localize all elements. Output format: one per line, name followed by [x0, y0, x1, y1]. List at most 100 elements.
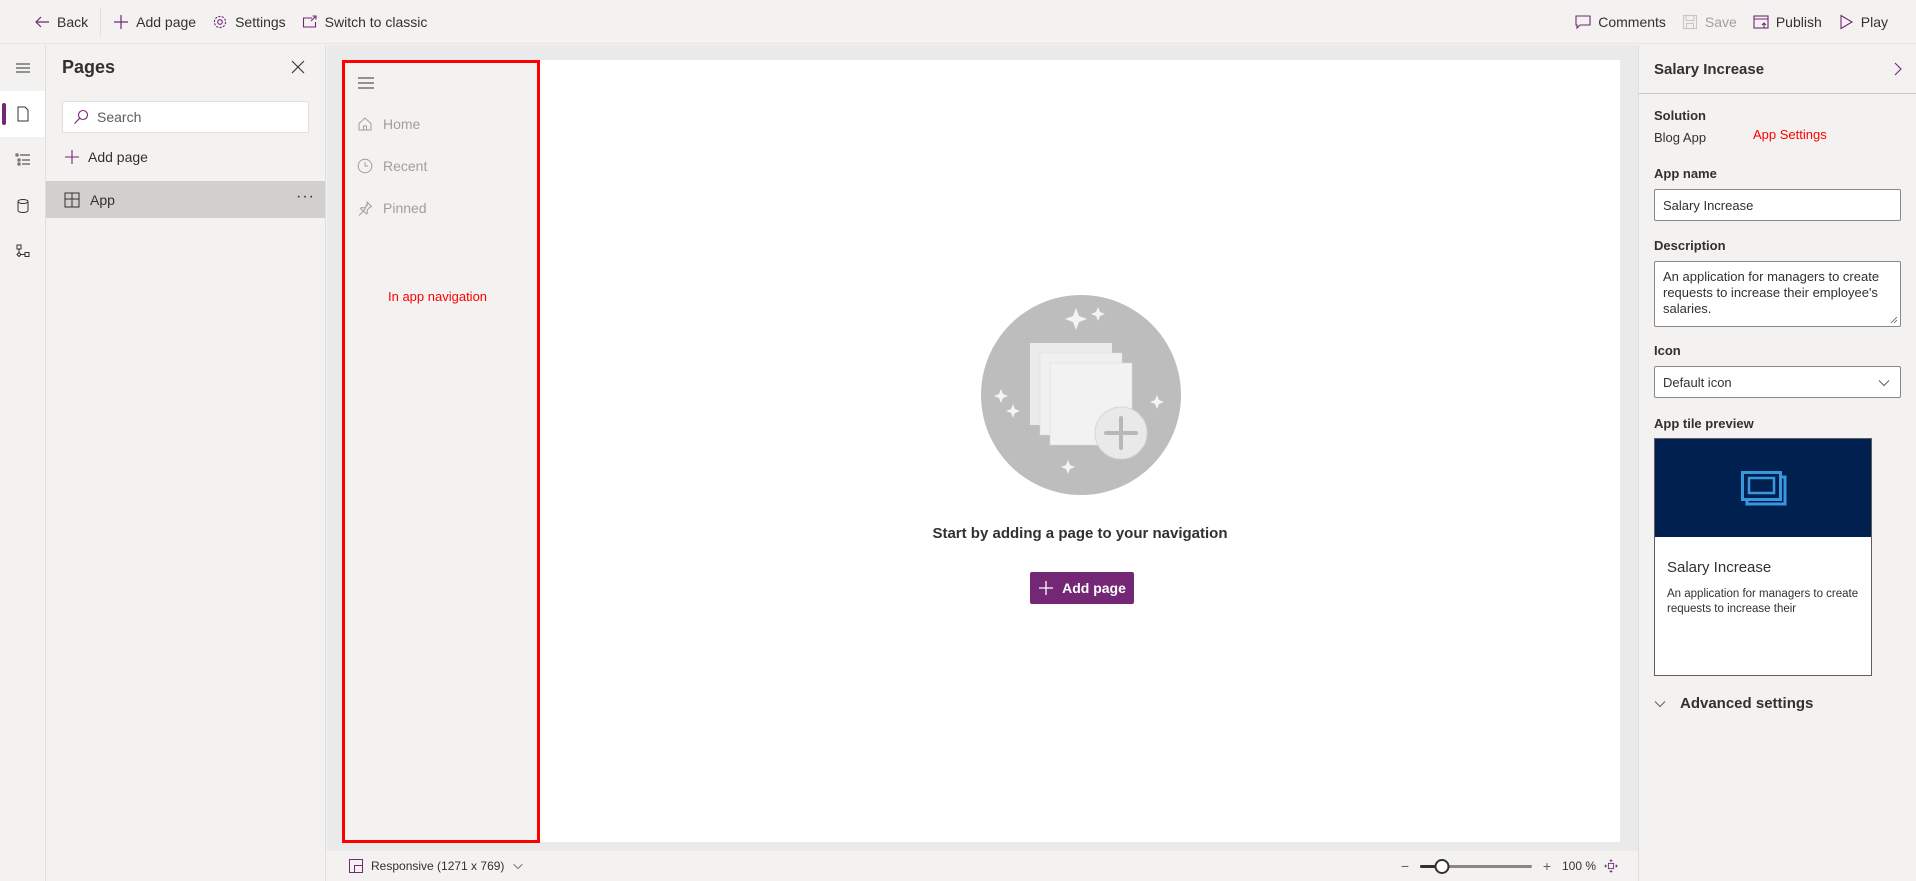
chevron-down-icon — [1878, 380, 1890, 387]
close-icon[interactable] — [290, 59, 306, 75]
rail-menu-button[interactable] — [0, 45, 45, 91]
pages-search-input[interactable] — [97, 109, 297, 125]
chevron-right-icon[interactable] — [1891, 61, 1905, 77]
app-navigation-pane: Home Recent Pinned In app navigation — [342, 60, 540, 843]
icon-dropdown[interactable]: Default icon — [1654, 366, 1901, 398]
pages-panel: Pages Add page App ··· — [46, 45, 326, 881]
page-list-item[interactable]: App ··· — [46, 181, 325, 218]
left-rail — [0, 45, 46, 881]
advanced-settings-toggle[interactable]: Advanced settings — [1654, 695, 1813, 712]
description-label: Description — [1654, 238, 1726, 253]
fit-to-screen-icon[interactable] — [1604, 859, 1618, 873]
rail-data-button[interactable] — [0, 183, 45, 229]
zoom-slider[interactable] — [1419, 858, 1532, 874]
app-navigation-annotation: In app navigation — [388, 289, 488, 304]
zoom-out-button[interactable]: − — [1398, 858, 1412, 874]
publish-label: Publish — [1775, 13, 1822, 30]
page-layout-icon — [64, 192, 80, 207]
comment-icon — [1575, 14, 1591, 29]
publish-icon — [1753, 14, 1769, 29]
page-list-item-label: App — [90, 191, 115, 208]
database-icon — [17, 199, 28, 214]
plus-icon — [114, 14, 129, 29]
zoom-control: − + 100 % — [1398, 858, 1618, 874]
app-name-input[interactable]: Salary Increase — [1654, 189, 1901, 221]
solution-label: Solution — [1654, 108, 1706, 123]
app-settings-annotation: App Settings — [1753, 127, 1827, 142]
back-button[interactable]: Back — [26, 6, 96, 38]
chevron-down-icon — [513, 863, 524, 870]
solution-value: Blog App — [1654, 130, 1707, 145]
play-button[interactable]: Play — [1830, 6, 1896, 38]
switch-to-classic-label: Switch to classic — [324, 13, 428, 30]
settings-label: Settings — [235, 13, 286, 30]
rail-pages-button[interactable] — [0, 91, 45, 137]
clock-icon — [357, 158, 373, 174]
app-name-label: App name — [1654, 166, 1717, 181]
zoom-slider-thumb[interactable] — [1434, 859, 1450, 874]
save-icon — [1682, 14, 1697, 29]
save-label: Save — [1704, 13, 1737, 30]
add-page-button[interactable]: Add page — [105, 6, 204, 38]
app-nav-label: Recent — [383, 158, 428, 174]
zoom-value: 100 % — [1561, 859, 1596, 873]
command-bar: Back Add page Settings Switch to classic… — [0, 0, 1916, 44]
advanced-settings-label: Advanced settings — [1680, 695, 1814, 712]
page-icon — [17, 106, 28, 122]
rail-flows-button[interactable] — [0, 229, 45, 275]
comments-label: Comments — [1598, 13, 1666, 30]
app-nav-item-pinned[interactable]: Pinned — [357, 200, 427, 216]
app-nav-label: Pinned — [383, 200, 427, 216]
tree-view-icon — [15, 153, 30, 166]
play-icon — [1840, 14, 1853, 29]
switch-icon — [302, 14, 317, 28]
properties-title: Salary Increase — [1654, 60, 1765, 78]
app-nav-label: Home — [383, 116, 421, 132]
publish-button[interactable]: Publish — [1745, 6, 1830, 38]
more-options-icon[interactable]: ··· — [296, 189, 315, 205]
add-page-label: Add page — [136, 13, 197, 30]
status-bar: Responsive (1271 x 769) − + 100 % — [327, 851, 1638, 881]
canvas-add-page-label: Add page — [1062, 580, 1126, 596]
app-properties-panel: Salary Increase Solution Blog App App Se… — [1638, 45, 1916, 881]
gear-icon — [213, 15, 227, 28]
pin-icon — [358, 201, 373, 216]
pages-add-page-button[interactable]: Add page — [64, 145, 148, 169]
arrow-left-icon — [35, 16, 49, 27]
pages-search-box[interactable] — [62, 101, 309, 133]
tile-header — [1655, 439, 1871, 537]
home-icon — [358, 117, 372, 131]
tile-app-description: An application for managers to create re… — [1667, 588, 1859, 615]
settings-button[interactable]: Settings — [204, 6, 294, 38]
resize-grip-icon[interactable] — [1890, 316, 1898, 324]
app-nav-item-home[interactable]: Home — [357, 116, 420, 132]
search-icon — [74, 109, 89, 124]
chevron-down-icon — [1654, 700, 1666, 707]
description-textarea[interactable]: An application for managers to create re… — [1654, 261, 1901, 327]
empty-state: Start by adding a page to your navigatio… — [540, 60, 1620, 843]
screen-size-dropdown[interactable]: Responsive (1271 x 769) — [349, 859, 524, 873]
properties-header: Salary Increase — [1639, 45, 1916, 94]
back-label: Back — [57, 13, 89, 30]
responsive-layout-icon — [349, 859, 363, 873]
comments-button[interactable]: Comments — [1567, 6, 1674, 38]
pages-panel-title: Pages — [62, 57, 116, 77]
app-tile-preview: Salary Increase An application for manag… — [1654, 438, 1872, 676]
canvas-add-page-button[interactable]: Add page — [1030, 572, 1134, 604]
description-text: An application for managers to create re… — [1663, 269, 1880, 316]
canvas-stage: Home Recent Pinned In app navigation Sta… — [327, 45, 1638, 851]
tile-preview-label: App tile preview — [1654, 416, 1754, 431]
pages-add-page-label: Add page — [88, 149, 148, 165]
save-button[interactable]: Save — [1674, 6, 1745, 38]
icon-label: Icon — [1654, 343, 1681, 358]
switch-to-classic-button[interactable]: Switch to classic — [294, 6, 436, 38]
zoom-in-button[interactable]: + — [1540, 858, 1554, 874]
app-tile-icon — [1741, 471, 1787, 506]
rail-tree-view-button[interactable] — [0, 137, 45, 183]
app-nav-item-recent[interactable]: Recent — [357, 158, 427, 174]
hamburger-icon — [15, 63, 30, 73]
empty-state-message: Start by adding a page to your navigatio… — [932, 525, 1228, 542]
divider — [100, 6, 102, 37]
hamburger-icon[interactable] — [357, 76, 375, 90]
plus-icon — [65, 150, 79, 164]
